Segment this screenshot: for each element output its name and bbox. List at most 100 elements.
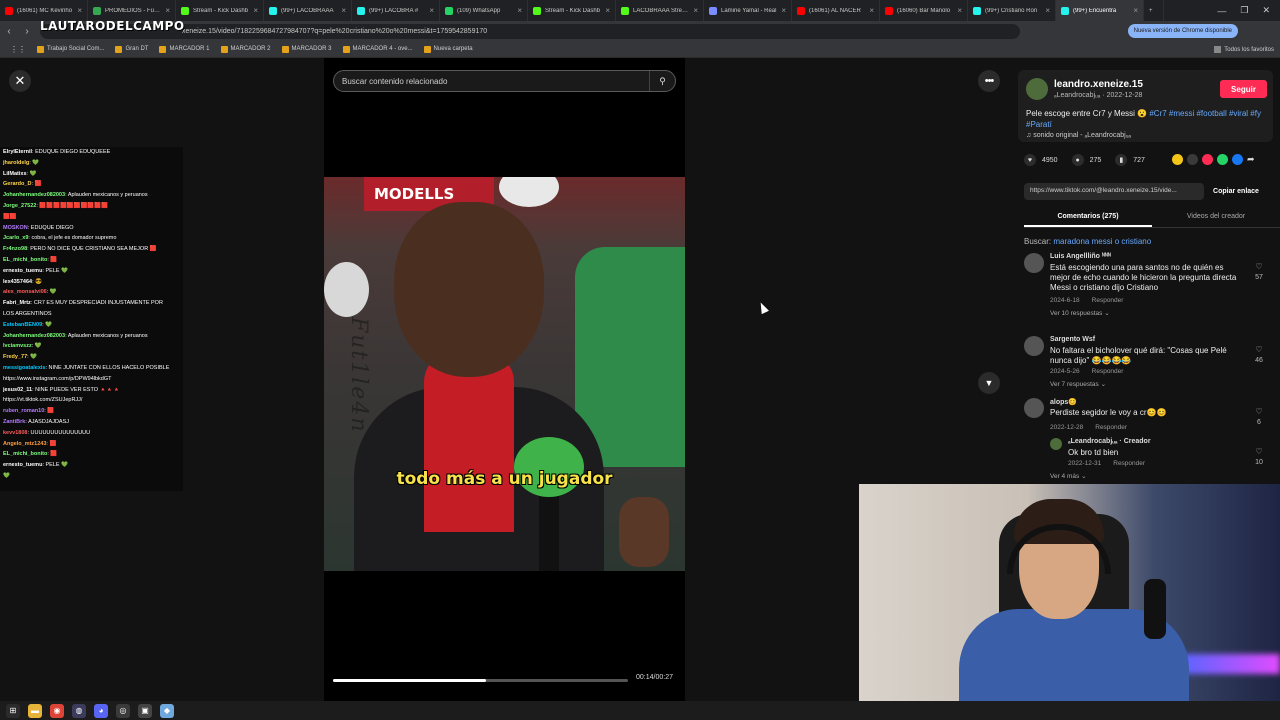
windows-icon[interactable]: ⊞ [6, 703, 20, 718]
tab-close-icon[interactable]: × [165, 6, 170, 15]
bookmark-item[interactable]: MARCADOR 1 [159, 45, 210, 53]
follow-button[interactable]: Seguir [1220, 80, 1267, 98]
browser-tab[interactable]: Stream - Kick Dashb × [176, 0, 264, 21]
chat-username[interactable]: Fredy_77 [3, 354, 27, 360]
tab-close-icon[interactable]: × [341, 6, 346, 15]
tab-creator-videos[interactable]: Videos del creador [1152, 208, 1280, 227]
tab-close-icon[interactable]: × [605, 6, 610, 15]
browser-tab[interactable]: Stream - Kick Dashb × [528, 0, 616, 21]
notes-icon[interactable]: ◆ [160, 703, 174, 718]
like-button[interactable]: ♡ 46 [1252, 344, 1266, 366]
tab-close-icon[interactable]: × [517, 6, 522, 15]
tab-close-icon[interactable]: × [429, 6, 434, 15]
like-button[interactable]: ♡ 57 [1252, 261, 1266, 283]
chat-username[interactable]: ernesto_tuemu [3, 462, 42, 468]
chat-username[interactable]: jesus02_11 [3, 387, 32, 393]
chat-username[interactable]: ruben_roman10 [3, 408, 44, 414]
like-button[interactable]: ♡ 6 [1252, 406, 1266, 428]
video-progress-bar[interactable] [333, 679, 628, 682]
chat-username[interactable]: Fabri_Mrtz [3, 300, 31, 306]
search-icon[interactable]: ⚲ [649, 71, 675, 91]
avatar[interactable] [1024, 398, 1044, 418]
tab-close-icon[interactable]: × [869, 6, 874, 15]
share-link-field[interactable]: https://www.tiktok.com/@leandro.xeneize.… [1024, 183, 1204, 200]
avatar[interactable] [1024, 336, 1044, 356]
close-window-button[interactable]: ✕ [1262, 5, 1270, 16]
avatar[interactable] [1026, 78, 1048, 100]
bookmark-item[interactable]: Nueva carpeta [423, 45, 473, 53]
chat-username[interactable]: messigoatalexis [3, 365, 46, 371]
comment-icon[interactable]: ● [1071, 154, 1084, 166]
chat-username[interactable]: EL_michi_bonito [3, 257, 47, 263]
chat-username[interactable]: jharoldelg [3, 160, 29, 166]
chat-username[interactable]: Angelo_mtz1243 [3, 441, 46, 447]
avatar[interactable] [1050, 438, 1062, 450]
minimize-button[interactable]: — [1217, 6, 1226, 16]
discord-icon[interactable]: ◕ [94, 703, 108, 718]
new-tab-button[interactable]: + [1144, 0, 1164, 21]
chat-username[interactable]: Johanhernandez082003 [3, 333, 65, 339]
tab-close-icon[interactable]: × [1045, 6, 1050, 15]
forward-icon[interactable]: › [18, 26, 36, 37]
update-chrome-button[interactable]: Nueva versión de Chrome disponible [1127, 24, 1238, 38]
browser-tab[interactable]: (16061) MC Kevinho × [0, 0, 88, 21]
tab-close-icon[interactable]: × [781, 6, 786, 15]
bookmark-icon[interactable]: ▮ [1115, 154, 1128, 166]
chat-username[interactable]: alex_monsalvi06 [3, 289, 47, 295]
browser-tab[interactable]: (99+) LACOBRAAA × [264, 0, 352, 21]
folder-icon[interactable]: ▬ [28, 703, 42, 718]
bookmark-item[interactable]: MARCADOR 2 [220, 45, 271, 53]
bookmark-item[interactable]: Gran DT [115, 45, 148, 53]
more-options-icon[interactable]: ••• [978, 70, 1000, 92]
share-icon[interactable] [1202, 154, 1213, 165]
chat-username[interactable]: ZantiBrk [3, 419, 25, 425]
all-bookmarks[interactable]: Todos los favoritos [1214, 41, 1274, 58]
chevron-down-icon[interactable]: ▼ [978, 372, 1000, 394]
browser-tab[interactable]: LACOBRAAA Stream × [616, 0, 704, 21]
tab-close-icon[interactable]: × [77, 6, 82, 15]
chat-username[interactable]: Gerardo_D [3, 181, 31, 187]
view-replies-button[interactable]: Ver 10 respuestas ⌄ [1050, 309, 1110, 317]
comment-author[interactable]: alops😊 [1050, 398, 1077, 406]
chat-username[interactable]: LilMatixs [3, 171, 27, 177]
reply-button[interactable]: Responder [1095, 424, 1127, 431]
tab-close-icon[interactable]: × [253, 6, 258, 15]
chat-username[interactable]: lvciamvszz [3, 343, 32, 349]
bookmark-item[interactable]: MARCADOR 4 - ove... [342, 45, 413, 53]
chrome-icon[interactable]: ◉ [50, 703, 64, 718]
reply-button[interactable]: Responder [1113, 460, 1145, 467]
comment-author[interactable]: Sargento Wsf [1050, 336, 1095, 343]
browser-tab[interactable]: (99+) LACOBRA # × [352, 0, 440, 21]
view-replies-button[interactable]: Ver 7 respuestas ⌄ [1050, 380, 1106, 388]
reply-button[interactable]: Responder [1092, 368, 1124, 375]
comment-author[interactable]: ₐLeandrocabjᵤₐ · Creador [1068, 438, 1151, 445]
browser-tab[interactable]: (16061) AL NACER × [792, 0, 880, 21]
chat-username[interactable]: MOSKON [3, 225, 28, 231]
chat-username[interactable]: Jorge_27522 [3, 203, 36, 209]
avatar[interactable] [1024, 253, 1044, 273]
browser-tab[interactable]: (99+) Cristiano Ron × [968, 0, 1056, 21]
chat-username[interactable]: ernesto_tuemu [3, 268, 42, 274]
app-icon[interactable]: ◍ [72, 703, 86, 718]
bookmark-item[interactable]: Trabajo Social Com... [37, 45, 104, 53]
bookmark-item[interactable]: MARCADOR 3 [281, 45, 332, 53]
chat-username[interactable]: Jcarlo_x9 [3, 235, 28, 241]
related-search-input[interactable]: Buscar contenido relacionado ⚲ [333, 70, 676, 92]
browser-tab[interactable]: Lamine Yamal - Real × [704, 0, 792, 21]
chat-username[interactable]: Fr4nzo98 [3, 246, 27, 252]
comment-author[interactable]: Luis Angellliño ᴺᴺᴺ [1050, 253, 1111, 260]
music-label[interactable]: ♫ sonido original - ₐLeandrocabjᵤₐ [1026, 132, 1131, 139]
browser-tab[interactable]: (16060) Bar Manolo × [880, 0, 968, 21]
share-arrow-icon[interactable]: ➦ [1247, 154, 1255, 165]
tab-close-icon[interactable]: × [957, 6, 962, 15]
like-button[interactable]: ♡ 10 [1252, 446, 1266, 468]
browser-tab[interactable]: (99+) Encuentra × [1056, 0, 1144, 21]
url-input[interactable]: xeneize.15/video/7182259684727984707?q=p… [40, 23, 1020, 39]
back-icon[interactable]: ‹ [0, 26, 18, 37]
chat-username[interactable]: EL_michi_bonito [3, 451, 47, 457]
chat-username[interactable]: Johanhernandez082003 [3, 192, 65, 198]
video-player[interactable]: MODELLS Fut1le4n todo más a un jugador [324, 177, 685, 571]
chat-username[interactable]: EstebanBEN09 [3, 322, 42, 328]
reply-button[interactable]: Responder [1092, 297, 1124, 304]
copy-link-button[interactable]: Copiar enlace [1204, 183, 1268, 200]
